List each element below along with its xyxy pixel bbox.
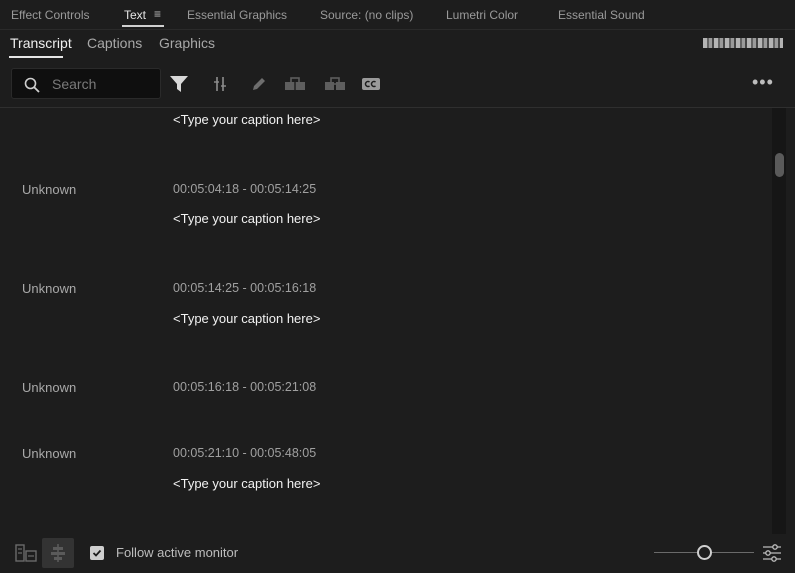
split-segment-button[interactable] bbox=[323, 74, 347, 94]
caption-text[interactable]: <Type your caption here> bbox=[173, 311, 320, 326]
active-subtab-indicator bbox=[9, 56, 63, 58]
filter-icon bbox=[170, 76, 188, 92]
cc-icon bbox=[362, 78, 380, 90]
tab-effect-controls[interactable]: Effect Controls bbox=[11, 8, 89, 22]
more-options-icon[interactable]: ••• bbox=[752, 73, 774, 91]
transcript-view-icon bbox=[15, 544, 37, 562]
tab-graphics[interactable]: Graphics bbox=[159, 35, 215, 51]
panel-menu-icon[interactable]: ≡ bbox=[154, 7, 161, 21]
caption-text[interactable]: <Type your caption here> bbox=[173, 476, 320, 491]
blurred-sequence-name bbox=[703, 38, 783, 48]
tab-essential-graphics[interactable]: Essential Graphics bbox=[187, 8, 287, 22]
transcript-footer: Follow active monitor bbox=[0, 534, 795, 573]
tab-captions[interactable]: Captions bbox=[87, 35, 142, 51]
scrollbar-thumb[interactable] bbox=[775, 153, 784, 177]
follow-active-monitor-label: Follow active monitor bbox=[116, 545, 239, 560]
merge-button[interactable] bbox=[283, 74, 307, 94]
transcript-list[interactable]: <Type your caption here> Unknown 00:05:0… bbox=[0, 108, 772, 534]
adjust-settings-icon[interactable] bbox=[762, 544, 782, 562]
transcript-toolbar: ••• bbox=[0, 60, 795, 108]
edit-button[interactable] bbox=[249, 74, 269, 94]
align-view-button[interactable] bbox=[42, 538, 74, 568]
speaker-label[interactable]: Unknown bbox=[22, 446, 76, 461]
split-icon bbox=[214, 77, 226, 91]
split-caption-button[interactable] bbox=[210, 74, 230, 94]
zoom-slider-handle[interactable] bbox=[697, 545, 712, 560]
closed-captions-button[interactable] bbox=[360, 74, 382, 94]
segment-timecode: 00:05:16:18 - 00:05:21:08 bbox=[173, 380, 317, 394]
split-segment-icon bbox=[325, 77, 345, 90]
pencil-icon bbox=[253, 78, 265, 90]
tab-essential-sound[interactable]: Essential Sound bbox=[558, 8, 645, 22]
checkmark-icon bbox=[92, 549, 102, 557]
segment-timecode: 00:05:21:10 - 00:05:48:05 bbox=[173, 446, 317, 460]
zoom-slider-track[interactable] bbox=[712, 552, 754, 553]
segment-timecode: 00:05:14:25 - 00:05:16:18 bbox=[173, 281, 317, 295]
segment-timecode: 00:05:04:18 - 00:05:14:25 bbox=[173, 182, 317, 196]
panel-tab-bar: Effect Controls Text ≡ Essential Graphic… bbox=[0, 0, 795, 30]
search-box[interactable] bbox=[11, 68, 161, 99]
transcript-view-button[interactable] bbox=[10, 538, 42, 568]
zoom-slider-track[interactable] bbox=[654, 552, 697, 553]
search-input[interactable] bbox=[52, 74, 156, 94]
speaker-label[interactable]: Unknown bbox=[22, 182, 76, 197]
tab-transcript[interactable]: Transcript bbox=[10, 35, 72, 51]
follow-active-monitor-checkbox[interactable] bbox=[90, 546, 104, 560]
sub-tab-bar: Transcript Captions Graphics bbox=[0, 30, 795, 60]
tab-source[interactable]: Source: (no clips) bbox=[320, 8, 413, 22]
speaker-label[interactable]: Unknown bbox=[22, 281, 76, 296]
search-icon bbox=[24, 77, 40, 93]
speaker-label[interactable]: Unknown bbox=[22, 380, 76, 395]
caption-text[interactable]: <Type your caption here> bbox=[173, 211, 320, 226]
tab-lumetri-color[interactable]: Lumetri Color bbox=[446, 8, 518, 22]
caption-text[interactable]: <Type your caption here> bbox=[173, 112, 320, 127]
active-tab-indicator bbox=[122, 25, 164, 27]
align-icon bbox=[51, 544, 65, 562]
filter-button[interactable] bbox=[168, 73, 190, 95]
tab-text[interactable]: Text bbox=[124, 8, 146, 22]
merge-icon bbox=[285, 77, 305, 90]
